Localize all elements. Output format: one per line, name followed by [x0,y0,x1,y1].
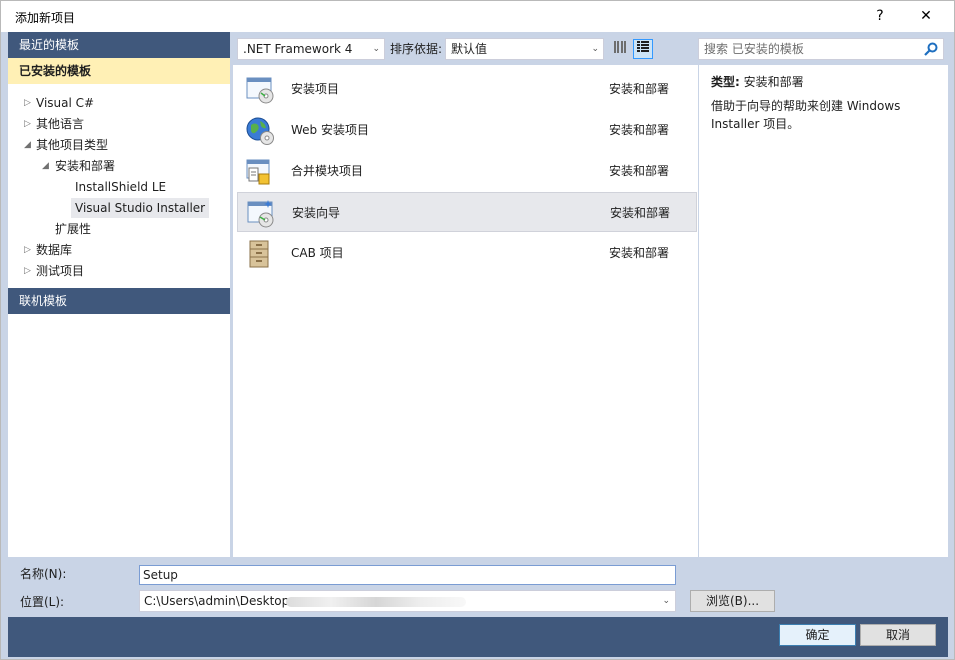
list-view-button[interactable] [633,39,653,59]
merge-module-project-icon [246,159,270,185]
expand-arrow-icon[interactable]: ▷ [24,261,31,281]
chevron-down-icon: ⌄ [372,44,380,54]
cancel-button[interactable]: 取消 [860,624,936,646]
collapse-arrow-icon[interactable]: ◢ [24,135,31,155]
tree-item-extensibility[interactable]: 扩展性 [55,219,91,239]
list-view-icon [637,41,649,52]
small-icons-view-button[interactable] [610,39,630,59]
browse-button[interactable]: 浏览(B)... [690,590,775,612]
redacted-path [286,597,466,607]
template-category-panel: 最近的模板 已安装的模板 ▷ Visual C# ▷ 其他语言 ◢ 其他项目类型… [8,32,230,557]
template-description-panel: 类型: 安装和部署 借助于向导的帮助来创建 Windows Installer … [699,65,948,557]
expand-arrow-icon[interactable]: ▷ [24,114,31,134]
close-button[interactable]: ✕ [904,4,948,28]
search-input[interactable]: 搜索 已安装的模板 [704,39,804,59]
template-category: 安装和部署 [609,82,670,96]
template-category: 安装和部署 [609,164,670,178]
online-templates-header[interactable]: 联机模板 [8,288,230,314]
name-input[interactable] [139,565,676,585]
tree-item-database[interactable]: 数据库 [36,240,72,260]
tree-item-visual-csharp[interactable]: Visual C# [36,93,94,113]
location-select[interactable]: C:\Users\admin\Desktop ⌄ [139,590,676,612]
installed-templates-header[interactable]: 已安装的模板 [8,58,230,84]
expand-arrow-icon[interactable]: ▷ [24,93,31,113]
tree-item-test-projects[interactable]: 测试项目 [36,261,84,281]
template-category: 安装和部署 [609,246,670,260]
web-setup-project-icon [246,117,274,145]
sort-select[interactable]: 默认值 ⌄ [445,38,604,60]
search-icon[interactable] [923,41,939,57]
template-toolbar: .NET Framework 4 ⌄ 排序依据: 默认值 ⌄ [233,32,699,65]
recent-templates-header[interactable]: 最近的模板 [8,32,230,58]
setup-project-icon [246,77,274,104]
ok-button[interactable]: 确定 [779,624,856,646]
collapse-arrow-icon[interactable]: ◢ [42,156,49,176]
list-item[interactable]: CAB 项目 安装和部署 [237,233,697,273]
list-item[interactable]: 安装向导 安装和部署 [237,192,697,232]
setup-wizard-icon [247,200,274,228]
chevron-down-icon: ⌄ [662,596,670,606]
title-bar: 添加新项目 ? ✕ [1,1,954,32]
chevron-down-icon: ⌄ [591,44,599,54]
tree-item-installshield-le[interactable]: InstallShield LE [75,177,166,197]
description-text: 借助于向导的帮助来创建 Windows Installer 项目。 [711,99,901,131]
template-name: CAB 项目 [291,246,344,260]
location-label: 位置(L): [20,595,65,609]
template-name: Web 安装项目 [291,123,369,137]
sort-value: 默认值 [451,42,488,56]
template-list: 安装项目 安装和部署 Web 安装项目 安装和部署 合并模块项目 安装和部署 安… [233,65,698,557]
template-category: 安装和部署 [610,206,671,220]
list-item[interactable]: Web 安装项目 安装和部署 [237,110,697,150]
tree-item-vs-installer[interactable]: Visual Studio Installer [71,198,210,218]
help-button[interactable]: ? [858,4,902,28]
tree-item-setup-deployment[interactable]: 安装和部署 [55,156,115,176]
add-new-project-dialog: 添加新项目 ? ✕ 最近的模板 已安装的模板 ▷ Visual C# ▷ 其他语… [0,0,955,660]
description-type: 类型: 安装和部署 [711,73,804,90]
tree-item-other-languages[interactable]: 其他语言 [36,114,84,134]
template-name: 安装项目 [291,82,340,96]
type-label: 类型: [711,75,740,89]
framework-value: .NET Framework 4 [243,42,353,56]
template-category: 安装和部署 [609,123,670,137]
dialog-title: 添加新项目 [15,11,76,25]
list-item[interactable]: 安装项目 安装和部署 [237,69,697,109]
name-label: 名称(N): [20,567,67,581]
template-name: 合并模块项目 [291,164,364,178]
location-value: C:\Users\admin\Desktop [144,594,290,608]
type-value: 安装和部署 [743,75,804,89]
expand-arrow-icon[interactable]: ▷ [24,240,31,260]
list-item[interactable]: 合并模块项目 安装和部署 [237,151,697,191]
template-name: 安装向导 [292,206,341,220]
tree-item-other-project-types[interactable]: 其他项目类型 [36,135,108,155]
cab-project-icon [249,240,269,268]
framework-select[interactable]: .NET Framework 4 ⌄ [237,38,385,60]
sort-label: 排序依据: [390,42,443,56]
template-search-box[interactable]: 搜索 已安装的模板 [698,38,944,60]
grid-view-icon [614,41,626,53]
